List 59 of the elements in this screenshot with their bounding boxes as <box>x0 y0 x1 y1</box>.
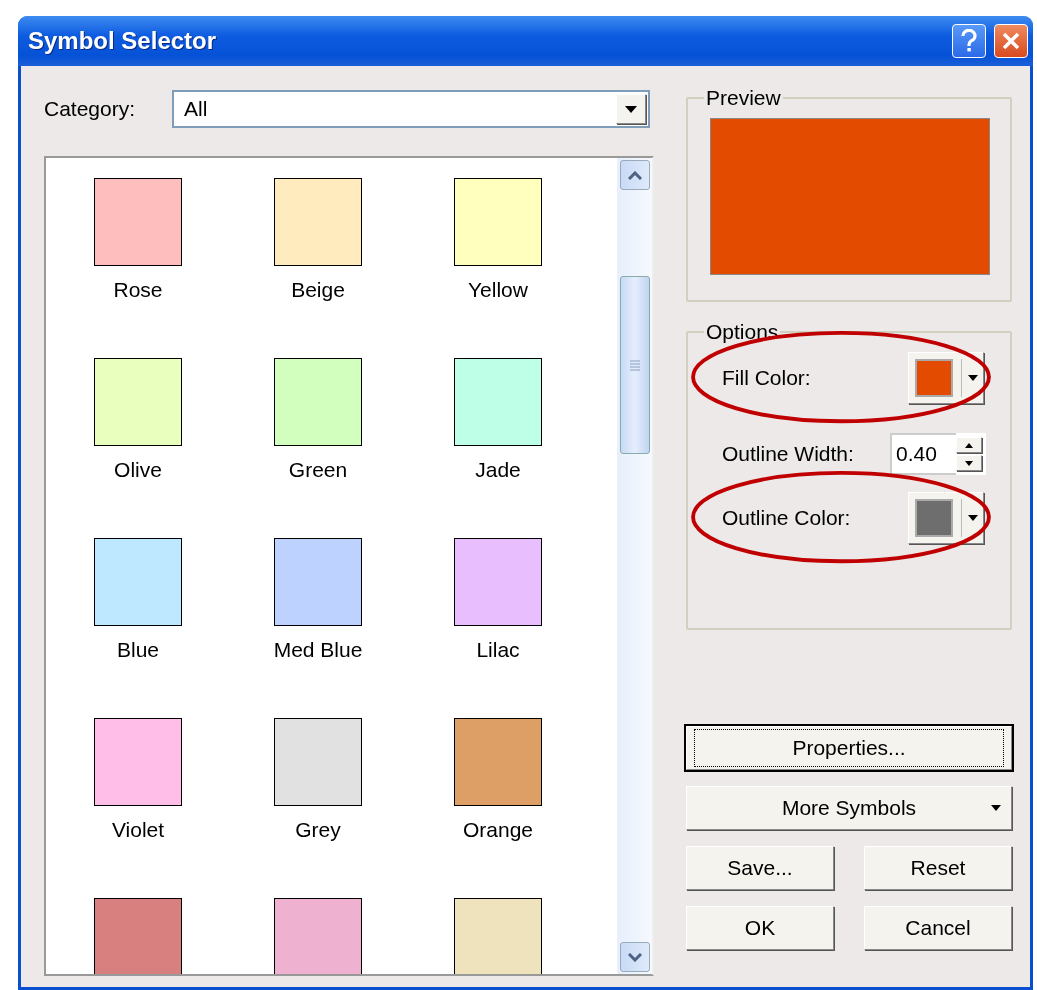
symbol-swatch[interactable] <box>274 898 362 974</box>
symbol-swatch[interactable] <box>274 178 362 266</box>
preview-label: Preview <box>705 86 782 110</box>
dialog-button[interactable]: More Symbols <box>686 786 1012 830</box>
spin-down-button[interactable] <box>956 455 982 471</box>
window-title: Symbol Selector <box>28 27 218 55</box>
symbol-label: Jade <box>475 458 521 482</box>
dialog-button[interactable]: Cancel <box>864 906 1012 950</box>
category-dropdown[interactable]: All <box>172 90 650 128</box>
symbol-label: Blue <box>117 638 159 662</box>
symbol-label: Yellow <box>468 278 528 302</box>
spin-up-button[interactable] <box>956 437 982 453</box>
scrollbar[interactable] <box>617 158 652 974</box>
symbol-label: Orange <box>462 818 533 842</box>
symbol-swatch[interactable] <box>94 898 182 974</box>
symbol-label: Violet <box>111 818 165 842</box>
close-icon <box>1001 31 1021 51</box>
symbol-swatch[interactable] <box>454 718 542 806</box>
dropdown-arrow-icon <box>625 105 637 113</box>
symbol-swatch[interactable] <box>454 178 542 266</box>
symbol-label: Grey <box>295 818 341 842</box>
option-label: Outline Width: <box>722 442 854 466</box>
dialog-button[interactable]: Reset <box>864 846 1012 890</box>
caret-icon <box>991 805 1001 811</box>
symbol-label: Lilac <box>476 638 520 662</box>
symbol-label: Rose <box>113 278 163 302</box>
spin-up-icon <box>965 442 973 448</box>
dropdown-arrow-icon <box>968 375 978 381</box>
symbol-swatch[interactable] <box>94 358 182 446</box>
symbol-label: Green <box>288 458 348 482</box>
scroll-down-icon <box>628 952 642 962</box>
symbol-swatch[interactable] <box>94 538 182 626</box>
option-label: Outline Color: <box>722 506 851 530</box>
dialog-button[interactable]: Save... <box>686 846 834 890</box>
help-button[interactable] <box>952 24 986 58</box>
grip-icon <box>629 359 641 371</box>
symbol-label: Olive <box>114 458 162 482</box>
symbol-swatch[interactable] <box>94 718 182 806</box>
option-label: Fill Color: <box>722 366 811 390</box>
dialog-button[interactable]: OK <box>686 906 834 950</box>
symbol-swatch[interactable] <box>454 898 542 974</box>
symbol-swatch[interactable] <box>454 538 542 626</box>
category-label: Category: <box>44 97 137 121</box>
dropdown-arrow-icon <box>968 515 978 521</box>
spin-down-icon <box>965 460 973 466</box>
symbol-swatch[interactable] <box>274 718 362 806</box>
question-mark-icon <box>960 29 978 53</box>
color-picker-button[interactable] <box>908 352 984 404</box>
close-button[interactable] <box>994 24 1028 58</box>
symbol-label: Beige <box>291 278 345 302</box>
symbol-swatch[interactable] <box>274 358 362 446</box>
width-field[interactable]: 0.40 <box>890 433 956 475</box>
symbol-swatch[interactable] <box>94 178 182 266</box>
dialog-button[interactable]: Properties... <box>686 726 1012 770</box>
color-picker-button[interactable] <box>908 492 984 544</box>
symbol-label: Med Blue <box>273 638 363 662</box>
symbol-swatch[interactable] <box>454 358 542 446</box>
symbol-swatch[interactable] <box>274 538 362 626</box>
scroll-up-icon <box>628 170 642 180</box>
